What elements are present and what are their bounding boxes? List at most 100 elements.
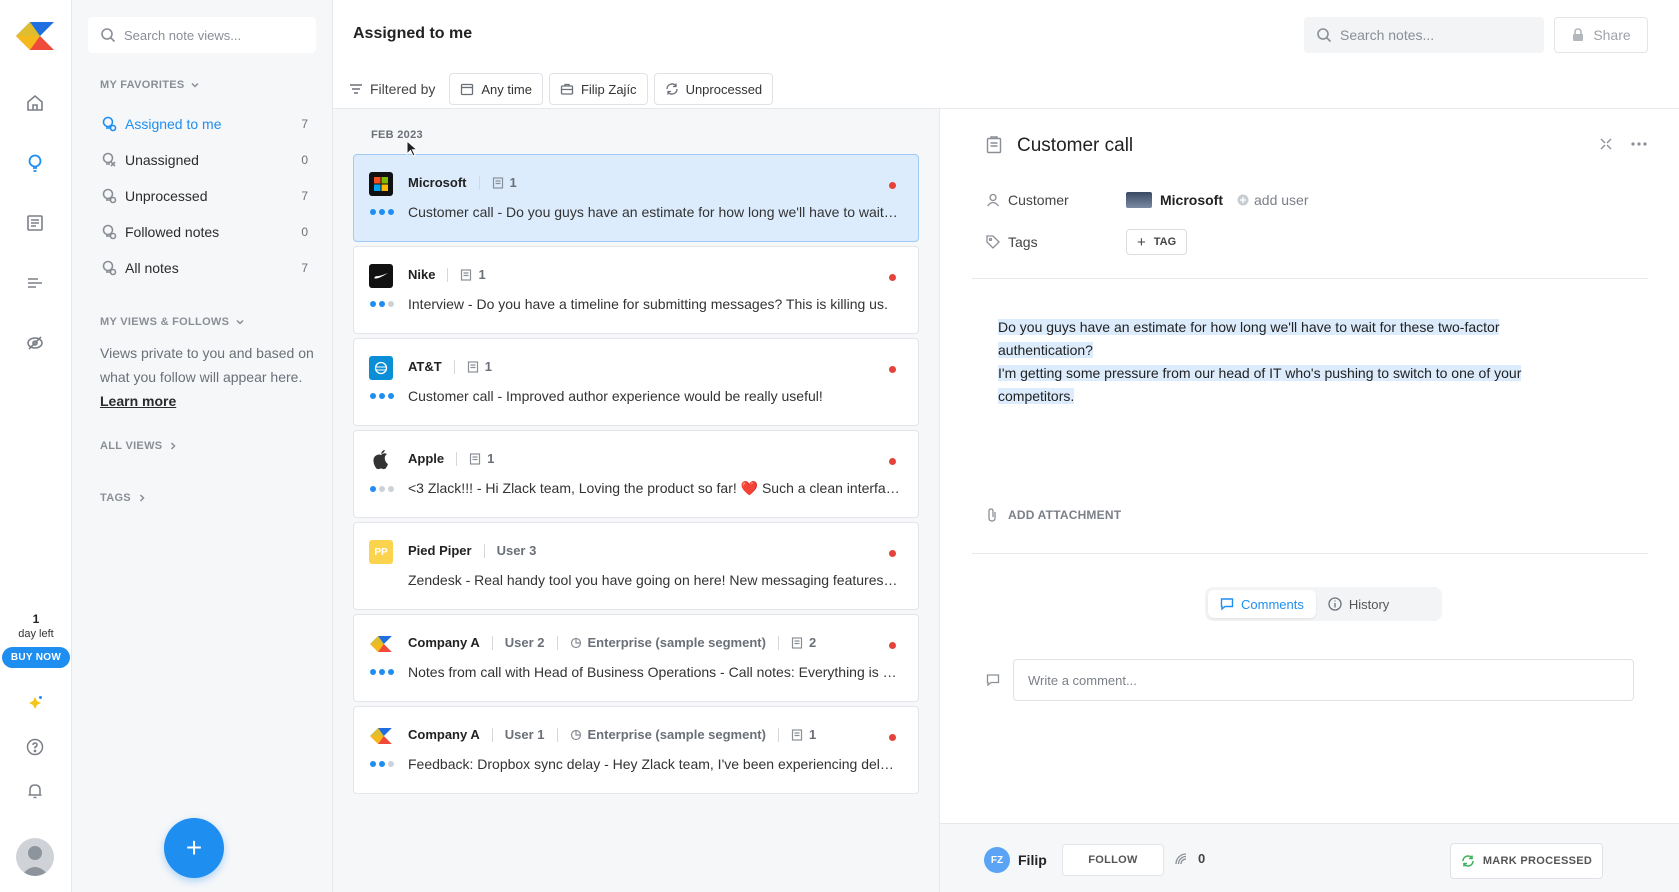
collapse-icon[interactable]: [1599, 137, 1613, 151]
help-icon[interactable]: [24, 736, 46, 758]
note-body-line: I'm getting some pressure from our head …: [998, 365, 1522, 404]
my-views-follows-header[interactable]: MY VIEWS & FOLLOWS: [100, 316, 245, 328]
company-a-logo-icon: [369, 632, 393, 656]
comment-input[interactable]: Write a comment...: [1013, 659, 1634, 701]
follow-button[interactable]: FOLLOW: [1062, 844, 1164, 876]
mark-processed-label: MARK PROCESSED: [1482, 855, 1593, 867]
app-logo[interactable]: [16, 22, 54, 50]
note-detail-panel: Customer call Customer Microsoft add use…: [940, 109, 1679, 892]
filter-chip-time[interactable]: Any time: [449, 73, 543, 105]
search-note-views-input[interactable]: Search note views...: [88, 17, 316, 53]
customer-name: Microsoft: [1160, 192, 1223, 208]
views-sidebar: Search note views... MY FAVORITES Assign…: [72, 0, 333, 892]
view-icon: [100, 259, 118, 277]
refresh-icon: [665, 83, 678, 95]
chevron-right-icon: [171, 442, 176, 450]
more-options-icon[interactable]: [1630, 137, 1648, 151]
tab-comments[interactable]: Comments: [1208, 590, 1316, 618]
refresh-icon: [1462, 855, 1474, 867]
create-note-button[interactable]: +: [164, 818, 224, 878]
sidebar-item-count: 7: [301, 261, 308, 275]
all-views-header[interactable]: ALL VIEWS: [100, 440, 178, 452]
note-card-company-a-2[interactable]: Company A User 1 Enterprise (sample segm…: [353, 706, 919, 794]
add-tag-label: TAG: [1153, 236, 1177, 248]
briefcase-icon: [560, 83, 574, 95]
note-doc-icon: [492, 176, 503, 189]
sidebar-item-assigned-to-me[interactable]: Assigned to me 7: [100, 111, 308, 137]
note-card-pied-piper[interactable]: PP Pied Piper User 3 Zendesk - Real hand…: [353, 522, 919, 610]
note-title[interactable]: Customer call: [1017, 135, 1133, 157]
portal-eye-icon[interactable]: [24, 332, 46, 354]
roadmap-icon[interactable]: [24, 272, 46, 294]
assignee-avatar[interactable]: FZ: [984, 847, 1010, 873]
view-icon: [100, 115, 118, 133]
note-user: User 2: [504, 635, 545, 650]
note-card-company-a-1[interactable]: Company A User 2 Enterprise (sample segm…: [353, 614, 919, 702]
add-tag-button[interactable]: + TAG: [1126, 229, 1188, 255]
followers-count[interactable]: 0: [1174, 851, 1205, 866]
home-icon[interactable]: [24, 92, 46, 114]
sidebar-item-unassigned[interactable]: Unassigned 0: [100, 147, 308, 173]
notifications-bell-icon[interactable]: [24, 780, 46, 802]
user-avatar[interactable]: [16, 838, 54, 876]
note-card-att[interactable]: AT&T 1 Customer call - Improved author e…: [353, 338, 919, 426]
filter-chip-label: Any time: [481, 81, 532, 97]
share-button[interactable]: Share: [1554, 17, 1648, 53]
add-user-button[interactable]: add user: [1237, 192, 1308, 208]
att-logo-icon: [369, 356, 393, 380]
view-icon: [100, 187, 118, 205]
segment-icon: [570, 729, 581, 740]
buy-now-button[interactable]: BUY NOW: [1, 647, 71, 668]
note-doc-count: 1: [484, 359, 492, 374]
unread-indicator: [889, 734, 896, 741]
search-icon: [1317, 28, 1332, 43]
tab-history[interactable]: History: [1316, 590, 1401, 618]
importance-dots: [370, 393, 408, 399]
tag-icon: [986, 235, 1000, 249]
notes-icon[interactable]: [24, 212, 46, 234]
sidebar-item-all-notes[interactable]: All notes 7: [100, 255, 308, 281]
learn-more-link[interactable]: Learn more: [100, 389, 315, 413]
views-empty-text: Views private to you and based on what y…: [100, 341, 315, 413]
importance-dots: [370, 301, 408, 307]
note-doc-count: 1: [808, 727, 817, 742]
tab-comments-label: Comments: [1241, 596, 1304, 612]
customer-value[interactable]: Microsoft: [1126, 192, 1223, 208]
filter-chip-state[interactable]: Unprocessed: [653, 73, 774, 105]
mark-processed-button[interactable]: MARK PROCESSED: [1450, 843, 1603, 879]
note-card-apple[interactable]: Apple 1 <3 Zlack!!! - Hi Zlack team, Lov…: [353, 430, 919, 518]
tags-header[interactable]: TAGS: [100, 492, 147, 504]
note-doc-icon: [467, 360, 478, 373]
search-notes-input[interactable]: Search notes...: [1304, 17, 1544, 53]
chevron-down-icon: [236, 319, 244, 325]
view-icon: [100, 223, 118, 241]
note-body[interactable]: Do you guys have an estimate for how lon…: [998, 316, 1598, 408]
note-company: Apple: [408, 451, 445, 466]
filtered-by-text: Filtered by: [370, 81, 436, 97]
note-doc-icon: [461, 268, 472, 281]
my-favorites-header[interactable]: MY FAVORITES: [100, 79, 200, 91]
insights-bulb-icon[interactable]: [24, 152, 46, 174]
unread-indicator: [889, 458, 896, 465]
sidebar-item-followed-notes[interactable]: Followed notes 0: [100, 219, 308, 245]
note-card-nike[interactable]: Nike 1 Interview - Do you have a timelin…: [353, 246, 919, 334]
info-icon: [1328, 597, 1342, 611]
activity-tabs: Comments History: [1205, 587, 1442, 621]
sidebar-item-unprocessed[interactable]: Unprocessed 7: [100, 183, 308, 209]
assignee-name[interactable]: Filip: [1018, 852, 1047, 868]
note-excerpt: <3 Zlack!!! - Hi Zlack team, Loving the …: [408, 480, 900, 496]
trial-indicator: 1 day left BUY NOW: [0, 612, 72, 668]
plus-icon: +: [1137, 233, 1146, 251]
filter-chip-owner[interactable]: Filip Zajíc: [548, 73, 648, 105]
sidebar-item-count: 0: [301, 153, 308, 167]
note-doc-icon: [470, 452, 481, 465]
importance-dots: [370, 485, 408, 492]
sparkle-icon[interactable]: [24, 692, 46, 714]
note-company: Pied Piper: [408, 543, 472, 558]
add-attachment-button[interactable]: ADD ATTACHMENT: [986, 507, 1121, 523]
note-card-microsoft[interactable]: Microsoft 1 Customer call - Do you guys …: [353, 154, 919, 242]
pied-piper-initials-icon: PP: [369, 540, 393, 564]
importance-dots: [370, 669, 408, 675]
note-company: Microsoft: [408, 175, 467, 190]
tab-history-label: History: [1348, 596, 1390, 612]
